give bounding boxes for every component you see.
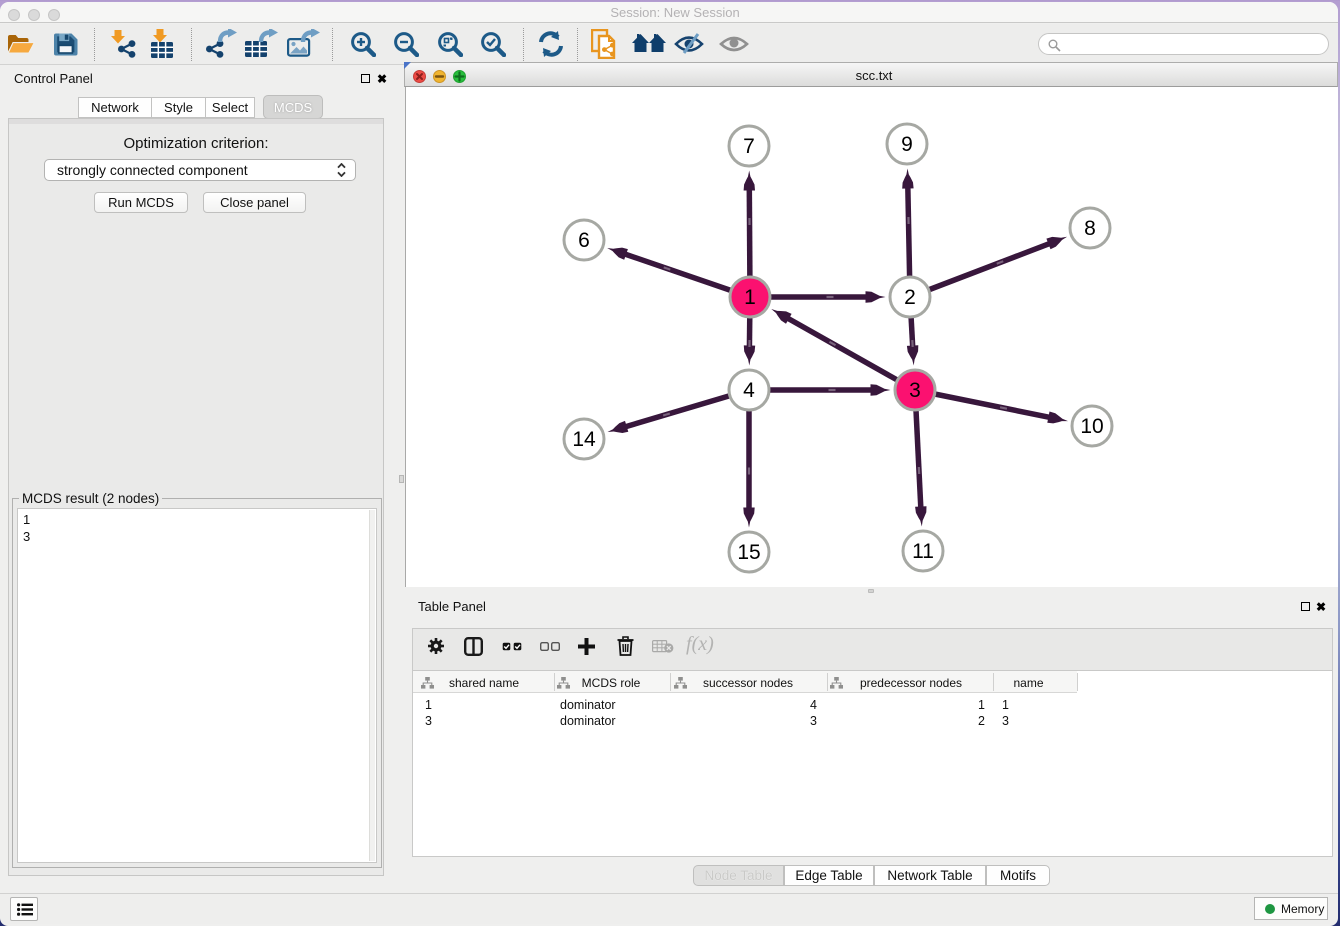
svg-text:3: 3 bbox=[909, 379, 921, 402]
svg-text:4: 4 bbox=[743, 379, 755, 402]
svg-text:1: 1 bbox=[744, 286, 756, 309]
svg-text:15: 15 bbox=[737, 541, 760, 564]
svg-text:14: 14 bbox=[572, 428, 596, 451]
svg-text:8: 8 bbox=[1084, 217, 1096, 240]
svg-text:11: 11 bbox=[912, 540, 934, 563]
svg-text:9: 9 bbox=[901, 133, 913, 156]
svg-text:6: 6 bbox=[578, 229, 590, 252]
svg-text:2: 2 bbox=[904, 286, 916, 309]
svg-text:10: 10 bbox=[1080, 415, 1103, 438]
svg-text:7: 7 bbox=[743, 135, 755, 158]
